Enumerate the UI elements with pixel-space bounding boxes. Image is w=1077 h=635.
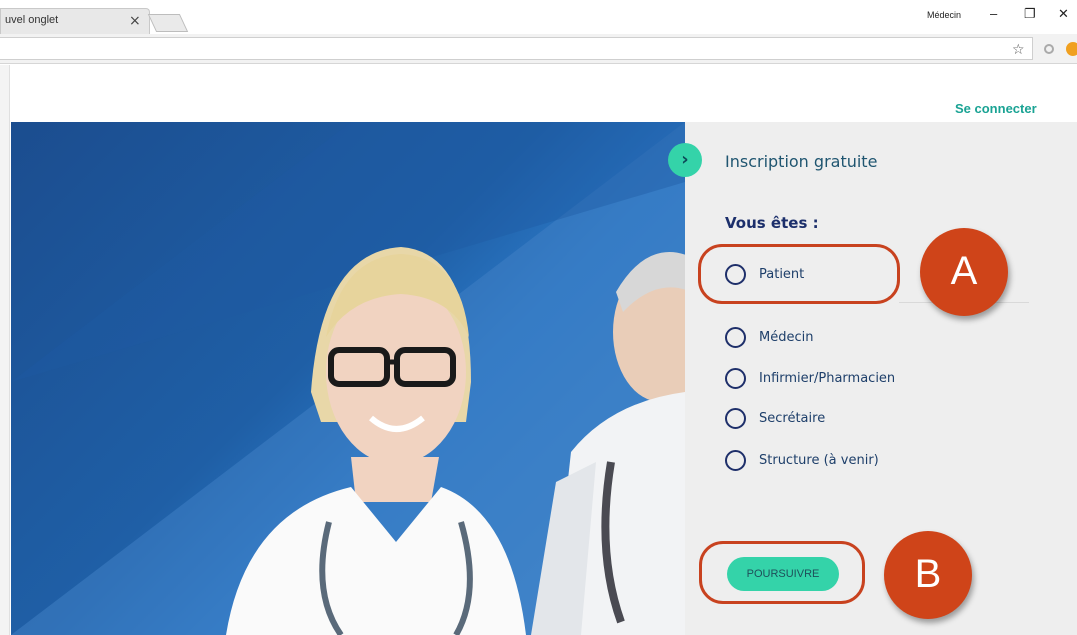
star-icon[interactable]: ☆ [1012,42,1025,58]
radio-icon[interactable] [725,408,746,429]
annotation-badge-a: A [920,228,1008,316]
profile-name[interactable]: Médecin [927,10,961,20]
site-header [0,65,1077,122]
option-label: Infirmier/Pharmacien [759,371,896,386]
annotation-ring-b [699,541,865,604]
browser-tabbar: uvel onglet × Médecin – ❐ ✕ [0,0,1077,34]
address-input[interactable]: ☆ [0,37,1033,60]
tab-title: uvel onglet [5,14,59,26]
tab-close-icon[interactable]: × [129,11,141,31]
browser-tab[interactable]: uvel onglet × [0,8,150,34]
annotation-ring-a [698,244,900,304]
page-left-edge [0,65,10,635]
option-label: Médecin [759,330,814,345]
address-bar-row: ☆ [0,34,1077,64]
screen: uvel onglet × Médecin – ❐ ✕ ☆ Se connect… [0,0,1077,635]
option-label: Secrétaire [759,411,826,426]
option-label: Structure (à venir) [759,453,879,468]
login-link[interactable]: Se connecter [955,101,1037,116]
restore-icon[interactable]: ❐ [1024,6,1036,22]
radio-icon[interactable] [725,327,746,348]
extension-icon[interactable] [1044,44,1054,54]
notification-icon[interactable] [1066,42,1077,56]
new-tab-button[interactable] [147,14,189,32]
hero-image [11,122,685,635]
panel-toggle-button[interactable]: › [668,143,702,177]
annotation-badge-b: B [884,531,972,619]
panel-title: Inscription gratuite [725,152,878,171]
hero-illustration [11,122,685,635]
close-window-icon[interactable]: ✕ [1058,6,1069,22]
role-question: Vous êtes : [725,214,819,232]
minimize-icon[interactable]: – [990,6,997,21]
radio-icon[interactable] [725,368,746,389]
radio-icon[interactable] [725,450,746,471]
